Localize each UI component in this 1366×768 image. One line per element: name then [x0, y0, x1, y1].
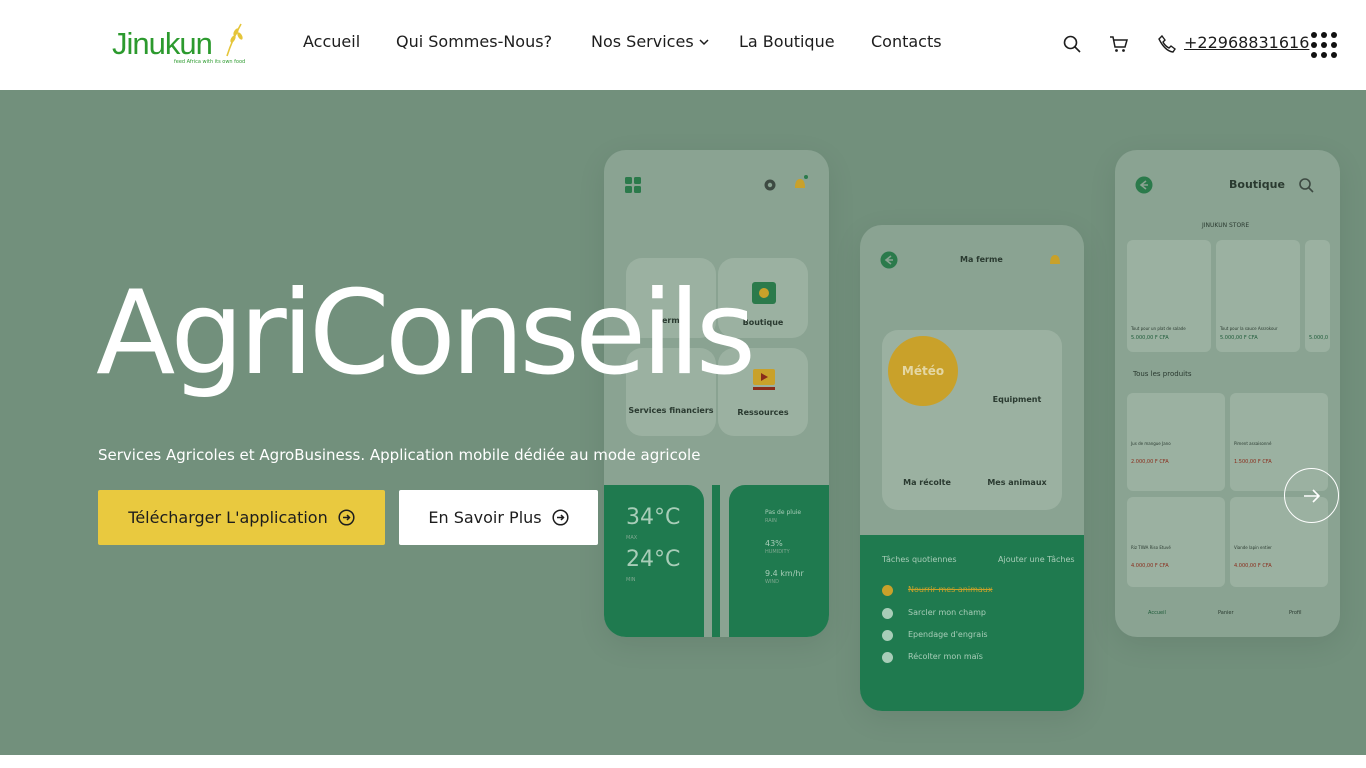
tile-ressources-label: Ressources — [737, 408, 789, 417]
product-name: Piment assaisonné — [1234, 441, 1272, 446]
temp-min-label: MIN — [626, 577, 636, 583]
book-icon — [753, 369, 775, 390]
product-price: 4.000,00 F CFA — [1131, 563, 1169, 569]
phone-icon — [1158, 34, 1176, 53]
hero-subtitle: Services Agricoles et AgroBusiness. Appl… — [98, 446, 701, 464]
product-card: Riz TIWA Riso Etuvé 4.000,00 F CFA — [1127, 497, 1225, 587]
nav-contacts-label: Contacts — [871, 32, 942, 51]
gear-icon — [764, 179, 776, 191]
temp-max: 34°C — [626, 505, 681, 530]
weather-rain: Pas de pluie — [765, 509, 802, 516]
back-arrow-icon — [1135, 176, 1153, 194]
task-check — [882, 630, 893, 641]
arrow-right-icon — [1303, 488, 1320, 503]
tab-profil: Profil — [1289, 610, 1302, 616]
ferme-title: Ma ferme — [960, 255, 1003, 264]
nav-nos-services[interactable]: Nos Services — [591, 32, 709, 51]
hero-section: Ferme Boutique Services financiers Resso… — [0, 90, 1366, 755]
weather-panel: Pas de pluie RAIN 43% HUMIDITY 9.4 km/hr… — [729, 485, 829, 637]
phone-link[interactable]: +22968831616 — [1184, 33, 1309, 52]
product-name: Viande lapin entier — [1234, 545, 1272, 550]
arrow-circle-right-icon — [552, 509, 569, 526]
search-icon[interactable] — [1062, 34, 1082, 54]
featured-card: 5.000,0 — [1305, 240, 1330, 352]
featured-name: Tout pour un plat de salade — [1131, 326, 1186, 331]
task-item: Récolter mon maïs — [908, 652, 983, 661]
temp-min: 24°C — [626, 547, 681, 572]
featured-price: 5.000,00 F CFA — [1131, 335, 1169, 341]
all-products-label: Tous les produits — [1133, 370, 1192, 378]
featured-price: 5.000,00 F CFA — [1220, 335, 1258, 341]
product-price: 4.000,00 F CFA — [1234, 563, 1272, 569]
featured-price: 5.000,0 — [1309, 335, 1329, 341]
product-name: Riz TIWA Riso Etuvé — [1131, 545, 1171, 550]
search-icon — [1299, 178, 1314, 193]
hero-title: AgriConseils — [96, 266, 756, 401]
nav-accueil[interactable]: Accueil — [303, 32, 360, 51]
tab-panier: Panier — [1218, 610, 1234, 616]
download-app-label: Télécharger L'application — [128, 508, 328, 527]
tile-animaux-label: Mes animaux — [987, 478, 1047, 487]
nav-contacts[interactable]: Contacts — [871, 32, 942, 51]
jinukun-logo[interactable]: Jinukun feed Africa with its own food — [112, 22, 252, 68]
learn-more-label: En Savoir Plus — [428, 508, 542, 527]
learn-more-button[interactable]: En Savoir Plus — [399, 490, 598, 545]
tile-equipment-label: Equipment — [992, 395, 1042, 404]
product-price: 2.000,00 F CFA — [1131, 459, 1169, 465]
product-name: Jus de mangue Jano — [1131, 441, 1171, 446]
weather-humidity-label: HUMIDITY — [765, 549, 790, 555]
menu-grid-icon[interactable] — [1311, 32, 1337, 58]
temp-max-label: MAX — [626, 535, 638, 541]
page-bottom — [0, 755, 1366, 768]
tasks-title: Tâches quotiennes — [882, 555, 957, 564]
add-task-link: Ajouter une Tâches — [998, 555, 1075, 564]
featured-card: Tout pour la sauce Assrokour 5.000,00 F … — [1216, 240, 1300, 352]
weather-wind-label: WIND — [765, 579, 780, 585]
boutique-title: Boutique — [1229, 178, 1285, 191]
product-card: Jus de mangue Jano 2.000,00 F CFA — [1127, 393, 1225, 491]
store-icon — [752, 282, 776, 304]
back-arrow-icon — [880, 251, 898, 269]
meteo-label: Météo — [901, 364, 945, 378]
weather-rain-label: RAIN — [765, 518, 777, 524]
chevron-down-icon — [699, 38, 709, 45]
featured-card: Tout pour un plat de salade 5.000,00 F C… — [1127, 240, 1211, 352]
app-mockup-boutique: Boutique JINUKUN STORE Tout pour un plat… — [1115, 150, 1340, 637]
bell-icon — [795, 175, 808, 188]
wheat-icon — [226, 23, 243, 57]
nav-la-boutique-label: La Boutique — [739, 32, 835, 51]
temperature-panel: 34°C MAX 24°C MIN — [604, 485, 704, 637]
grid-app-icon — [625, 177, 641, 193]
task-item: Nourrir mes animaux — [908, 585, 993, 594]
task-item: Sarcler mon champ — [908, 608, 987, 617]
download-app-button[interactable]: Télécharger L'application — [98, 490, 385, 545]
tab-accueil: Accueil — [1148, 610, 1166, 616]
nav-nos-services-label: Nos Services — [591, 32, 694, 51]
weather-humidity: 43% — [765, 539, 783, 548]
divider-bar — [712, 485, 720, 637]
arrow-circle-right-icon — [338, 509, 355, 526]
logo-wordmark: Jinukun — [112, 26, 213, 61]
bell-icon — [1050, 255, 1060, 264]
app-mockup-ferme: Ma ferme Météo Equipment Ma récolte Mes … — [860, 225, 1084, 711]
product-price: 1.500,00 F CFA — [1234, 459, 1272, 465]
nav-qui-sommes-nous-label: Qui Sommes-Nous? — [396, 32, 553, 51]
task-check-done — [882, 585, 893, 596]
nav-accueil-label: Accueil — [303, 32, 361, 51]
task-check — [882, 652, 893, 663]
cart-icon[interactable] — [1109, 34, 1129, 54]
slider-next-button[interactable] — [1284, 468, 1339, 523]
site-header: Jinukun feed Africa with its own food Ac… — [0, 0, 1366, 90]
logo-tagline: feed Africa with its own food — [174, 59, 246, 65]
task-item: Ependage d'engrais — [908, 630, 988, 639]
store-name: JINUKUN STORE — [1202, 222, 1250, 229]
weather-wind: 9.4 km/hr — [765, 569, 804, 578]
tasks-panel: Tâches quotiennes Ajouter une Tâches Nou… — [860, 535, 1084, 711]
ferme-tiles: Météo Equipment Ma récolte Mes animaux — [882, 330, 1062, 510]
nav-qui-sommes-nous[interactable]: Qui Sommes-Nous? — [396, 32, 552, 51]
task-check — [882, 608, 893, 619]
tile-services-financiers-label: Services financiers — [628, 406, 714, 415]
featured-name: Tout pour la sauce Assrokour — [1220, 326, 1278, 331]
nav-la-boutique[interactable]: La Boutique — [739, 32, 835, 51]
